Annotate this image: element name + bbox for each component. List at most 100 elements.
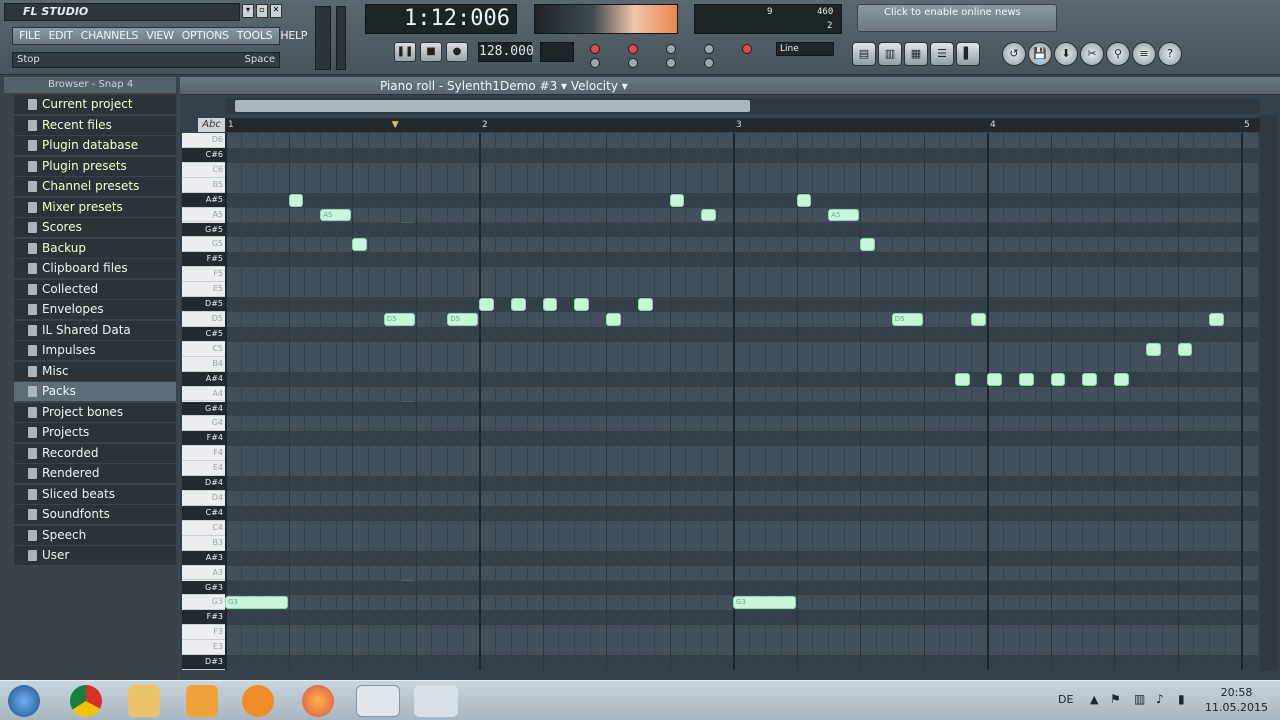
- master-pitch-slider[interactable]: [336, 6, 346, 70]
- browser-item[interactable]: Current project: [14, 95, 176, 114]
- fl-window-taskbar-icon[interactable]: [414, 685, 458, 717]
- pattern-display[interactable]: [540, 42, 574, 62]
- browser-item[interactable]: Impulses: [14, 341, 176, 360]
- network-icon[interactable]: ▥: [1134, 692, 1145, 706]
- explorer-icon[interactable]: [128, 685, 160, 717]
- window-min-button[interactable]: ▾: [242, 4, 254, 18]
- battery-icon[interactable]: ▮: [1178, 692, 1185, 706]
- cut-tool-button[interactable]: ✂: [1080, 42, 1104, 66]
- browser-item[interactable]: Plugin database: [14, 136, 176, 155]
- browser-item[interactable]: Project bones: [14, 402, 176, 422]
- note-block[interactable]: [542, 298, 558, 311]
- flag-icon[interactable]: ⚑: [1110, 692, 1121, 706]
- note-block[interactable]: [1050, 372, 1066, 386]
- piano-key[interactable]: E5: [182, 282, 225, 298]
- note-block[interactable]: [1209, 313, 1225, 326]
- note-block[interactable]: [479, 298, 494, 311]
- song-time-display[interactable]: 1:12:006: [365, 4, 517, 34]
- note-block[interactable]: [987, 372, 1002, 386]
- piano-key[interactable]: A#5: [182, 192, 225, 208]
- note-block[interactable]: [971, 313, 986, 326]
- save-button[interactable]: 💾: [1028, 42, 1052, 66]
- browser-item[interactable]: Collected: [14, 279, 176, 299]
- stop-button[interactable]: ■: [420, 42, 442, 62]
- note-block[interactable]: D5: [383, 313, 415, 326]
- browser-item[interactable]: Sliced beats: [14, 484, 176, 504]
- step-sequencer-button[interactable]: ▥: [878, 42, 902, 66]
- fl-studio-taskbar-icon[interactable]: [356, 685, 400, 717]
- browser-item[interactable]: Clipboard files: [14, 259, 176, 278]
- note-grid[interactable]: G3 A5 D5 D5 G3 A5 D5: [225, 133, 1258, 670]
- note-block[interactable]: [510, 298, 526, 311]
- note-block[interactable]: [606, 313, 621, 326]
- piano-key[interactable]: A#4: [182, 371, 225, 387]
- help-button[interactable]: ?: [1158, 42, 1182, 66]
- browser-item[interactable]: Envelopes: [14, 300, 176, 319]
- note-block[interactable]: [1018, 372, 1034, 386]
- piano-key[interactable]: D#4: [182, 476, 225, 491]
- menu-tools[interactable]: TOOLS: [237, 28, 273, 44]
- piano-key[interactable]: C4: [182, 521, 225, 536]
- note-block[interactable]: [637, 298, 653, 311]
- language-indicator[interactable]: DE: [1058, 693, 1073, 706]
- note-block[interactable]: [669, 193, 685, 207]
- piano-key[interactable]: D5: [182, 312, 225, 327]
- browser-item[interactable]: User: [14, 546, 176, 565]
- note-block[interactable]: D5: [891, 313, 923, 326]
- piano-roll-button[interactable]: ▦: [904, 42, 928, 66]
- note-block[interactable]: [574, 298, 590, 311]
- piano-key[interactable]: C#6: [182, 147, 225, 163]
- menu-options[interactable]: OPTIONS: [182, 28, 229, 44]
- app-icon[interactable]: [186, 685, 218, 717]
- wait-input-toggle[interactable]: [628, 58, 638, 68]
- note-block[interactable]: [955, 372, 971, 386]
- export-button[interactable]: ⬇: [1054, 42, 1078, 66]
- browser-item[interactable]: Packs: [14, 382, 176, 401]
- piano-key[interactable]: B3: [182, 536, 225, 551]
- record-button[interactable]: ●: [446, 42, 468, 62]
- piano-key[interactable]: G4: [182, 416, 225, 432]
- browser-item[interactable]: Mixer presets: [14, 197, 176, 217]
- note-block[interactable]: [860, 238, 875, 252]
- menu-edit[interactable]: EDIT: [48, 28, 72, 44]
- browser-item[interactable]: Soundfonts: [14, 505, 176, 524]
- multilink-toggle[interactable]: [666, 58, 676, 68]
- browser-item[interactable]: Backup: [14, 238, 176, 258]
- loop-record-toggle[interactable]: [666, 44, 676, 54]
- playlist-button[interactable]: ▤: [852, 42, 876, 66]
- note-block[interactable]: D5: [447, 313, 478, 326]
- online-news-bar[interactable]: Click to enable online news: [857, 4, 1057, 32]
- piano-key[interactable]: G3: [182, 595, 225, 611]
- scroll-thumb[interactable]: [235, 100, 750, 112]
- start-button[interactable]: [8, 685, 40, 717]
- piano-key[interactable]: E4: [182, 461, 225, 477]
- note-block[interactable]: [796, 193, 812, 207]
- browser-item[interactable]: Recent files: [14, 115, 176, 135]
- browser-item[interactable]: Misc: [14, 361, 176, 381]
- step-edit-toggle[interactable]: [704, 44, 714, 54]
- snap-mode-select[interactable]: Line: [776, 42, 834, 56]
- metronome-toggle[interactable]: [590, 44, 600, 54]
- timeline-ruler[interactable]: 1 2 3 4 5 ▼: [225, 118, 1260, 132]
- note-block[interactable]: G3: [225, 596, 288, 610]
- piano-key[interactable]: E3: [182, 640, 225, 656]
- vertical-scrollbar[interactable]: [1260, 115, 1278, 671]
- browser-item[interactable]: Scores: [14, 218, 176, 237]
- piano-keyboard[interactable]: D6 C#6 C6 B5 A#5 A5 G#5 G5 F#5 F5 E5 D#5 D5 C#5 C5 B4 A#…: [182, 133, 225, 670]
- media-player-icon[interactable]: [242, 685, 274, 717]
- piano-key[interactable]: G5: [182, 237, 225, 253]
- tray-arrow-icon[interactable]: ▲: [1090, 693, 1098, 706]
- piano-key[interactable]: C#5: [182, 326, 225, 342]
- piano-key[interactable]: G#4: [182, 401, 225, 417]
- piano-key[interactable]: B4: [182, 357, 225, 372]
- note-block[interactable]: G3: [733, 596, 796, 610]
- note-block[interactable]: A5: [320, 208, 351, 222]
- piano-key[interactable]: B5: [182, 178, 225, 193]
- note-block[interactable]: [352, 238, 367, 252]
- note-block[interactable]: [1082, 372, 1098, 386]
- piano-key[interactable]: F#5: [182, 252, 225, 268]
- note-block[interactable]: [1145, 342, 1161, 356]
- piano-key[interactable]: G#5: [182, 222, 225, 238]
- browser-item[interactable]: Recorded: [14, 443, 176, 463]
- piano-key[interactable]: F#3: [182, 610, 225, 626]
